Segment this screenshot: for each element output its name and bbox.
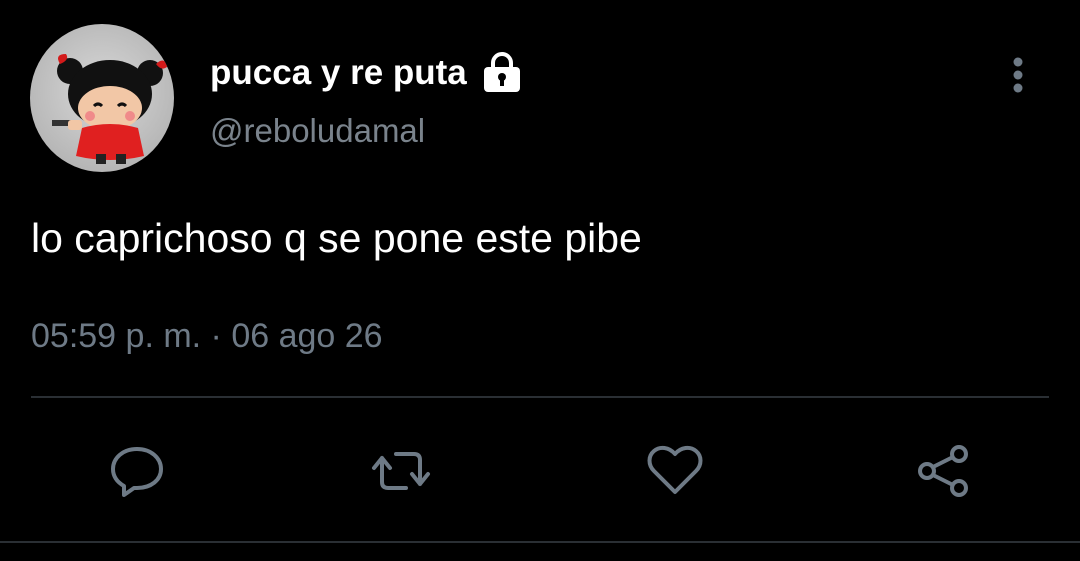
reply-icon xyxy=(111,447,163,497)
display-name[interactable]: pucca y re puta xyxy=(210,52,467,94)
share-icon xyxy=(918,445,968,497)
like-button[interactable] xyxy=(644,440,706,502)
pucca-avatar-image xyxy=(52,54,168,164)
more-options-button[interactable] xyxy=(1000,52,1036,98)
tweet-text: lo caprichoso q se pone este pibe xyxy=(31,215,642,261)
tweet-detail: pucca y re puta @reboludamal lo capricho… xyxy=(0,0,1080,561)
divider xyxy=(31,396,1049,398)
name-row: pucca y re puta xyxy=(210,52,980,94)
avatar[interactable] xyxy=(30,24,174,172)
reply-button[interactable] xyxy=(106,440,168,502)
tweet-header: pucca y re puta @reboludamal xyxy=(210,52,980,151)
handle[interactable]: @reboludamal xyxy=(210,111,980,151)
like-icon xyxy=(647,445,703,494)
timestamp[interactable]: 05:59 p. m. · 06 ago 26 xyxy=(31,314,383,358)
retweet-button[interactable] xyxy=(370,440,432,502)
retweet-icon xyxy=(372,452,430,490)
more-vertical-icon xyxy=(1013,57,1023,93)
lock-icon xyxy=(479,50,525,96)
share-button[interactable] xyxy=(913,440,975,502)
bottom-divider xyxy=(0,541,1080,543)
